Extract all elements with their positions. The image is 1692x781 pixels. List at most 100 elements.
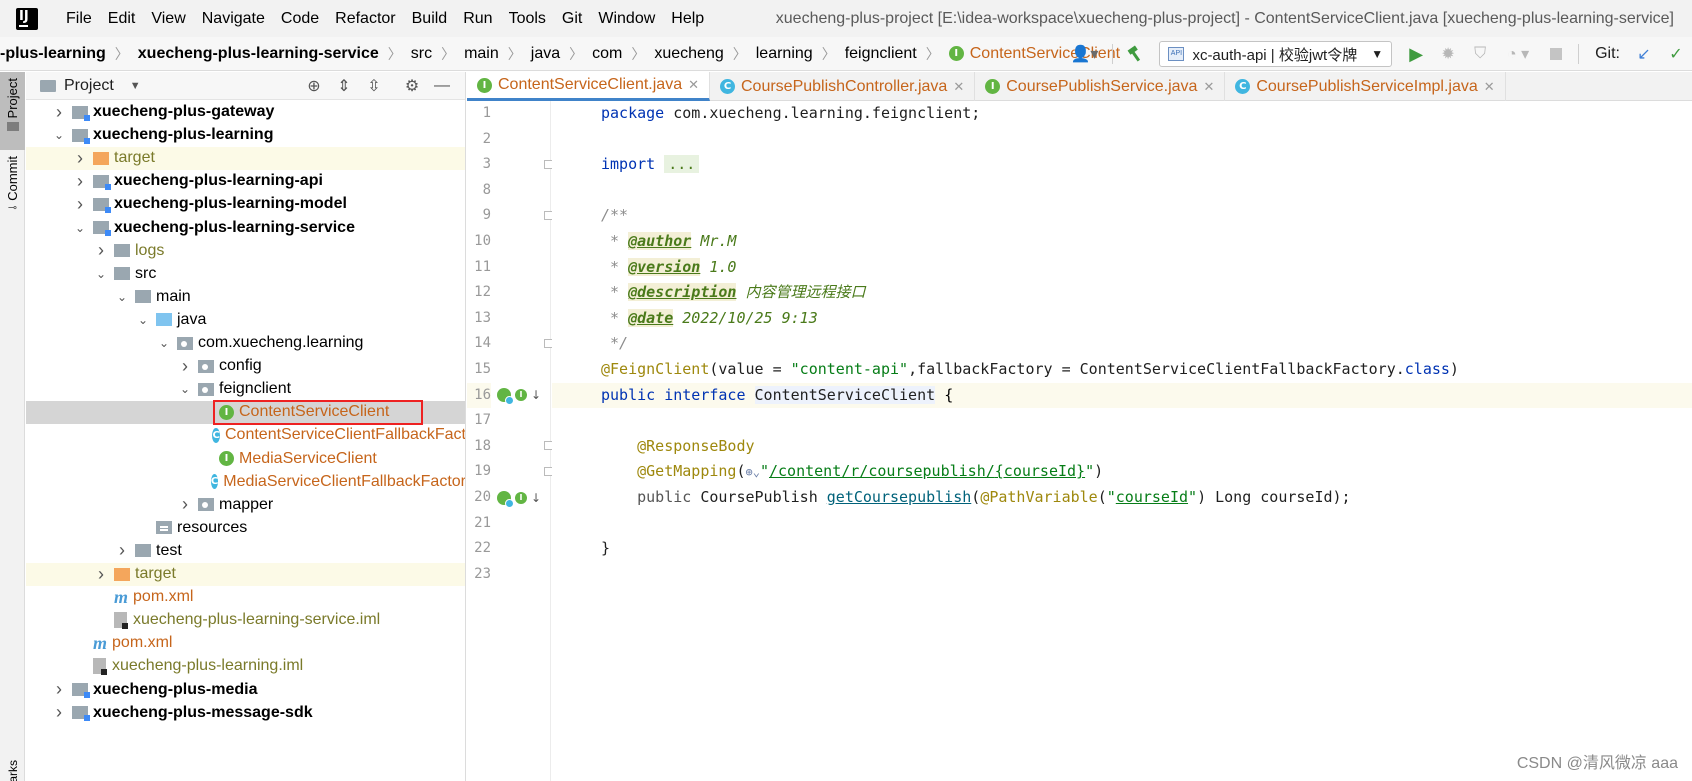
tree-item[interactable]: ⌄ feignclient xyxy=(26,378,465,401)
chevron-down-icon[interactable]: ⌄ xyxy=(73,221,87,235)
tree-item[interactable]: ›CMediaServiceClientFallbackFactor xyxy=(26,470,465,493)
tree-item[interactable]: ⌄ com.xuecheng.learning xyxy=(26,332,465,355)
arrow-down-icon[interactable]: ↓ xyxy=(531,491,541,505)
menu-build[interactable]: Build xyxy=(404,0,456,37)
menu-git[interactable]: Git xyxy=(554,0,590,37)
tree-item[interactable]: ⌄ main xyxy=(26,285,465,308)
breadcrumb-item[interactable]: feignclient xyxy=(845,45,917,63)
stop-icon[interactable] xyxy=(1542,40,1570,68)
breadcrumb-item[interactable]: learning xyxy=(756,45,813,63)
tree-item[interactable]: › xuecheng-plus-learning-api xyxy=(26,170,465,193)
gear-icon[interactable]: ⚙ xyxy=(397,76,427,96)
run-configuration-select[interactable]: API xc-auth-api | 校验jwt令牌 ▼ xyxy=(1159,41,1393,67)
chevron-down-icon[interactable]: ⌄ xyxy=(157,336,171,350)
tree-item[interactable]: ›xuecheng-plus-learning-service.iml xyxy=(26,609,465,632)
tab-course-publish-service-impl[interactable]: C CoursePublishServiceImpl.java ✕ xyxy=(1225,72,1506,101)
tree-item[interactable]: › xuecheng-plus-message-sdk xyxy=(26,701,465,724)
menu-help[interactable]: Help xyxy=(663,0,712,37)
web-endpoint-icon[interactable]: ⊕⌄ xyxy=(746,465,760,479)
tab-course-publish-service[interactable]: I CoursePublishService.java ✕ xyxy=(975,72,1226,101)
menu-edit[interactable]: Edit xyxy=(100,0,144,37)
tree-item[interactable]: › logs xyxy=(26,239,465,262)
menu-navigate[interactable]: Navigate xyxy=(194,0,273,37)
breadcrumb-item[interactable]: -plus-learning xyxy=(0,45,106,63)
hide-panel-icon[interactable]: — xyxy=(427,77,457,95)
arrow-down-icon[interactable]: ↓ xyxy=(531,388,541,402)
tree-item[interactable]: ›resources xyxy=(26,516,465,539)
breadcrumb-item[interactable]: src xyxy=(411,45,432,63)
menu-run[interactable]: Run xyxy=(455,0,500,37)
tree-item[interactable]: ⌄ xuecheng-plus-learning-service xyxy=(26,216,465,239)
tree-item[interactable]: › target xyxy=(26,146,465,170)
close-icon[interactable]: ✕ xyxy=(1484,79,1495,95)
tool-tab-commit[interactable]: Commit ⊸ xyxy=(0,156,25,228)
implemented-icon[interactable] xyxy=(497,490,514,508)
chevron-down-icon[interactable]: ⌄ xyxy=(136,313,150,327)
menu-window[interactable]: Window xyxy=(590,0,663,37)
git-update-icon[interactable]: ↙ xyxy=(1630,40,1658,68)
chevron-right-icon[interactable]: › xyxy=(115,540,129,561)
code-editor[interactable]: package com.xuecheng.learning.feignclien… xyxy=(552,101,1692,781)
chevron-right-icon[interactable]: › xyxy=(178,494,192,515)
menu-file[interactable]: File xyxy=(58,0,100,37)
breadcrumb-item[interactable]: xuecheng xyxy=(654,45,723,63)
close-icon[interactable]: ✕ xyxy=(953,79,964,95)
coverage-icon[interactable]: ⛉ xyxy=(1466,40,1494,68)
menu-code[interactable]: Code xyxy=(273,0,327,37)
tree-item[interactable]: › config xyxy=(26,355,465,378)
chevron-down-icon[interactable]: ▼ xyxy=(130,80,141,92)
menu-view[interactable]: View xyxy=(143,0,193,37)
tree-item[interactable]: › xuecheng-plus-gateway xyxy=(26,101,465,124)
user-icon[interactable]: 👤▾ xyxy=(1064,40,1104,68)
tool-tab-bookmarks[interactable]: arks xyxy=(0,760,25,781)
close-icon[interactable]: ✕ xyxy=(688,77,699,93)
chevron-down-icon[interactable]: ⌄ xyxy=(52,128,66,142)
chevron-right-icon[interactable]: › xyxy=(73,148,87,169)
chevron-right-icon[interactable]: › xyxy=(52,102,66,123)
tree-item[interactable]: › target xyxy=(26,562,465,586)
tab-content-service-client[interactable]: I ContentServiceClient.java ✕ xyxy=(467,72,710,101)
collapse-all-icon[interactable]: ⇳ xyxy=(359,76,389,96)
run-icon[interactable]: ▶ xyxy=(1402,40,1430,68)
chevron-right-icon[interactable]: › xyxy=(73,171,87,192)
chevron-down-icon[interactable]: ⌄ xyxy=(94,267,108,281)
profile-icon[interactable]: ◔ ▾ xyxy=(1498,40,1538,68)
git-commit-icon[interactable]: ✓ xyxy=(1662,40,1690,68)
chevron-right-icon[interactable]: › xyxy=(52,702,66,723)
tree-item[interactable]: ⌄ src xyxy=(26,262,465,285)
chevron-right-icon[interactable]: › xyxy=(73,194,87,215)
chevron-right-icon[interactable]: › xyxy=(52,679,66,700)
chevron-right-icon[interactable]: › xyxy=(178,356,192,377)
menu-refactor[interactable]: Refactor xyxy=(327,0,403,37)
tree-item[interactable]: ⌄ xuecheng-plus-learning xyxy=(26,124,465,147)
menu-tools[interactable]: Tools xyxy=(501,0,554,37)
tree-item[interactable]: ›CContentServiceClientFallbackFact xyxy=(26,424,465,447)
tree-item[interactable]: › xuecheng-plus-media xyxy=(26,678,465,701)
implemented-icon[interactable] xyxy=(497,388,514,406)
tree-item[interactable]: ›mpom.xml xyxy=(26,632,465,655)
tool-tab-project[interactable]: Project xyxy=(0,72,25,150)
tree-item[interactable]: ⌄ java xyxy=(26,308,465,331)
locate-target-icon[interactable]: ⊕ xyxy=(299,76,329,96)
breadcrumb-item[interactable]: java xyxy=(531,45,560,63)
expand-all-icon[interactable]: ⇕ xyxy=(329,76,359,96)
chevron-right-icon[interactable]: › xyxy=(94,240,108,261)
tree-item[interactable]: ›xuecheng-plus-learning.iml xyxy=(26,655,465,678)
debug-icon[interactable]: ✹ xyxy=(1434,40,1462,68)
build-hammer-icon[interactable] xyxy=(1121,40,1149,68)
tree-item[interactable]: › test xyxy=(26,539,465,562)
tree-item[interactable]: › mapper xyxy=(26,493,465,516)
tree-item[interactable]: › xuecheng-plus-learning-model xyxy=(26,193,465,216)
breadcrumb-item[interactable]: com xyxy=(592,45,622,63)
chevron-down-icon[interactable]: ⌄ xyxy=(178,382,192,396)
breadcrumb-item[interactable]: main xyxy=(464,45,499,63)
folded-imports[interactable]: ... xyxy=(664,155,700,174)
chevron-down-icon[interactable]: ⌄ xyxy=(115,290,129,304)
tab-course-publish-controller[interactable]: C CoursePublishController.java ✕ xyxy=(710,72,976,101)
breadcrumb-item[interactable]: xuecheng-plus-learning-service xyxy=(138,45,379,63)
project-panel-title[interactable]: Project xyxy=(64,77,114,95)
tree-item[interactable]: ›IMediaServiceClient xyxy=(26,447,465,470)
close-icon[interactable]: ✕ xyxy=(1203,79,1214,95)
tree-item[interactable]: ›mpom.xml xyxy=(26,586,465,609)
chevron-right-icon[interactable]: › xyxy=(94,564,108,585)
